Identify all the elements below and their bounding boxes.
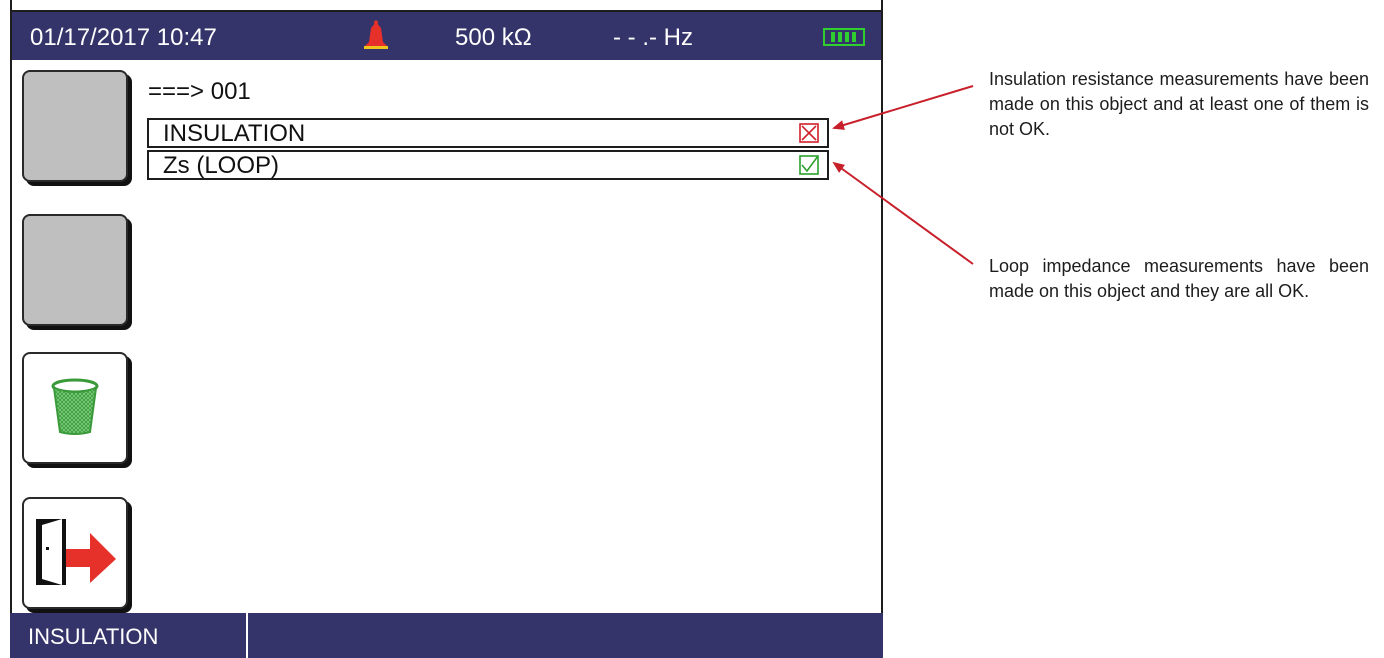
annotation-loop-ok: Loop impedance measurements have been ma…	[989, 256, 1369, 301]
annotation-arrow-ok	[832, 161, 974, 265]
annotation-arrow-fail	[832, 85, 974, 130]
annotation-insulation-fail: Insulation resistance measurements have …	[989, 69, 1369, 139]
